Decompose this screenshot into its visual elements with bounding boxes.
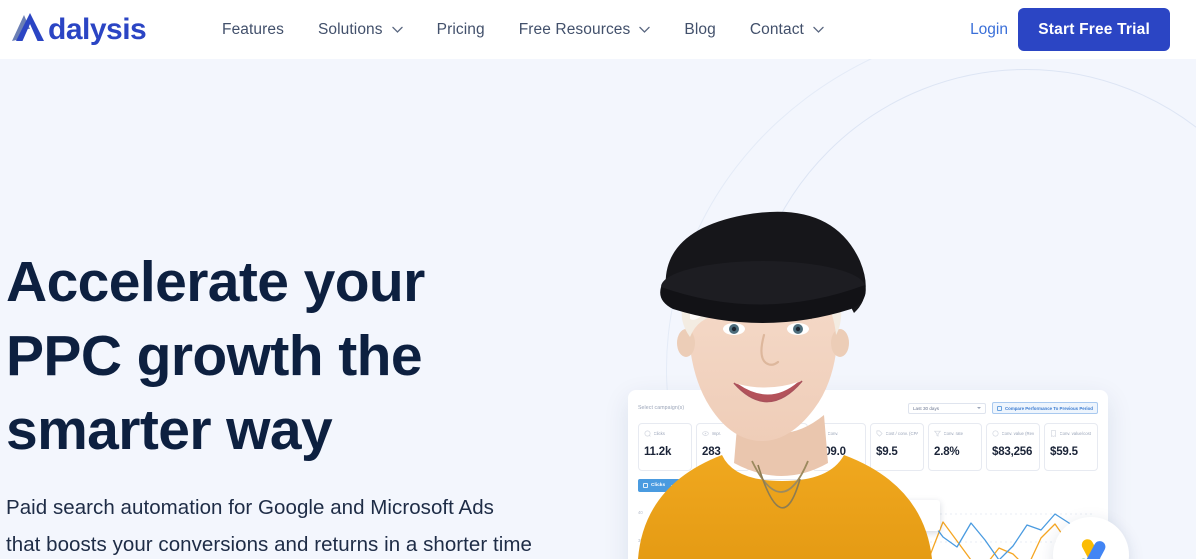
site-header: dalysis Features Solutions Pricing Free … (0, 0, 1196, 59)
login-link[interactable]: Login (970, 0, 1008, 59)
nav-label: Features (222, 20, 284, 38)
nav-item-blog[interactable]: Blog (667, 0, 732, 59)
hero-subtitle-line-1: Paid search automation for Google and Mi… (6, 496, 494, 519)
main-navigation: Features Solutions Pricing Free Resource… (205, 0, 841, 59)
landing-page: dalysis Features Solutions Pricing Free … (0, 0, 1196, 559)
nav-item-features[interactable]: Features (205, 0, 301, 59)
nav-item-contact[interactable]: Contact (733, 0, 841, 59)
metric-label: Conv. value (Revenue) (1001, 430, 1035, 436)
chevron-down-icon (391, 26, 403, 33)
receipt-icon (1050, 429, 1057, 437)
nav-item-pricing[interactable]: Pricing (420, 0, 502, 59)
nav-label: Pricing (436, 20, 485, 38)
nav-label: Solutions (317, 20, 383, 38)
metric-card-conv-value[interactable]: Conv. value (Revenue) $83,256 (986, 423, 1040, 471)
compare-button-label: Compare Performance To Previous Period (1004, 405, 1093, 411)
hero-subtitle: Paid search automation for Google and Mi… (6, 489, 626, 559)
hero-title-line-1: Accelerate your (6, 250, 425, 314)
metric-value: $59.5 (1050, 446, 1078, 458)
hero-title-line-3: smarter way (6, 398, 333, 462)
nav-item-free-resources[interactable]: Free Resources (502, 0, 668, 59)
hero-person-image (630, 203, 950, 559)
hero-copy: Accelerate your PPC growth the smarter w… (6, 245, 626, 559)
google-ads-logo (1081, 539, 1106, 559)
compare-performance-button[interactable]: Compare Performance To Previous Period (991, 402, 1098, 414)
chevron-down-icon (976, 407, 981, 409)
metric-card-roas[interactable]: Conv. value/cost (ROAS) $59.5 (1044, 423, 1098, 471)
nav-label: Contact (749, 20, 804, 38)
nav-label: Blog (684, 20, 716, 38)
nav-label: Free Resources (518, 20, 631, 38)
svg-text:dalysis: dalysis (48, 13, 146, 46)
nav-item-solutions[interactable]: Solutions (301, 0, 420, 59)
hero-section: Accelerate your PPC growth the smarter w… (0, 59, 1196, 559)
chevron-down-icon (639, 26, 651, 33)
coin-icon (992, 429, 999, 437)
chevron-down-icon (813, 26, 824, 33)
adalysis-logo[interactable]: dalysis (8, 10, 168, 48)
hero-title-line-2: PPC growth the (6, 324, 423, 388)
metric-label: Conv. value/cost (ROAS) (1059, 430, 1093, 436)
page-title: Accelerate your PPC growth the smarter w… (6, 245, 626, 467)
start-free-trial-button[interactable]: Start Free Trial (1018, 8, 1170, 51)
hero-subtitle-line-2: that boosts your conversions and returns… (6, 533, 532, 556)
compare-icon (996, 405, 1002, 411)
metric-value: $83,256 (992, 446, 1033, 458)
